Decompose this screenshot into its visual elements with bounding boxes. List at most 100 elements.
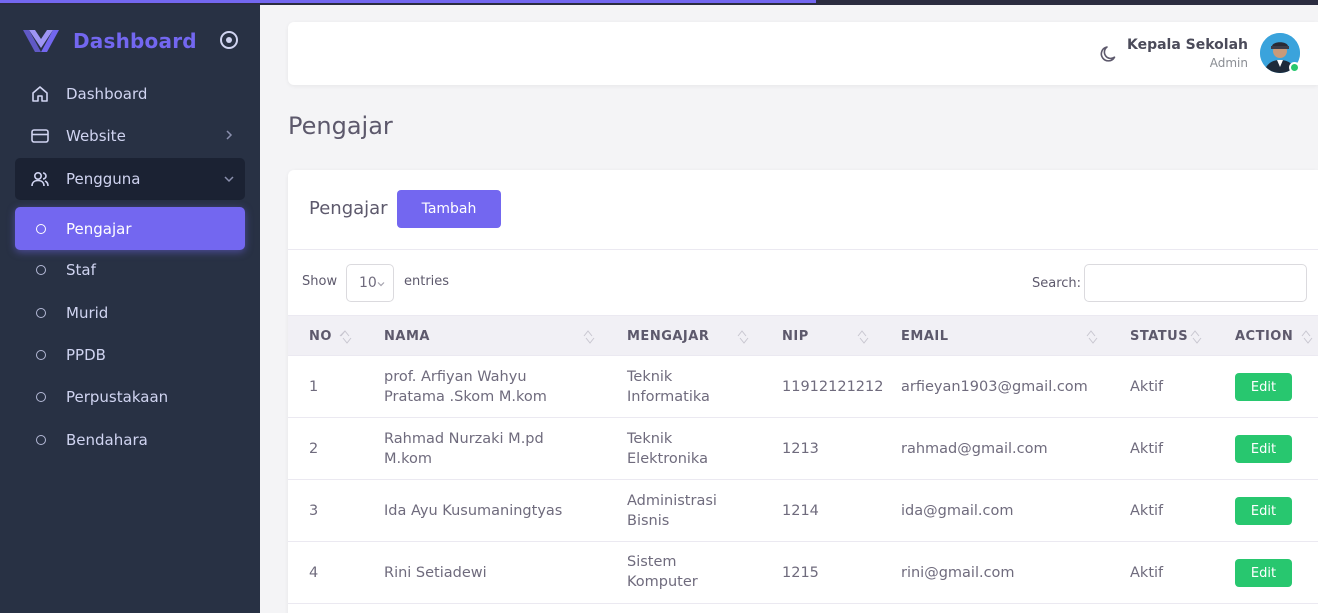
top-navbar: Kepala Sekolah Admin xyxy=(288,22,1318,85)
card-title: Pengajar xyxy=(309,198,388,219)
sidebar-subitem-ppdb[interactable]: PPDB xyxy=(15,335,245,375)
bullet-icon xyxy=(36,350,46,360)
sidebar-subitem-label: Bendahara xyxy=(66,431,148,449)
sort-icon[interactable] xyxy=(734,327,752,347)
sort-icon[interactable] xyxy=(1187,327,1205,347)
sidebar-item-label: Website xyxy=(66,127,126,145)
column-header-nama[interactable]: NAMA xyxy=(384,329,430,344)
column-header-status[interactable]: STATUS xyxy=(1130,329,1188,344)
search-input[interactable] xyxy=(1084,264,1307,302)
edit-button[interactable]: Edit xyxy=(1235,497,1292,525)
sort-icon[interactable] xyxy=(1298,327,1316,347)
cell-mengajar-line2: Komputer xyxy=(627,574,698,590)
bullet-icon xyxy=(36,308,46,318)
sidebar-subitem-label: Murid xyxy=(66,304,109,322)
cell-no: 2 xyxy=(309,441,319,457)
sort-icon[interactable] xyxy=(854,327,872,347)
brand-title: Dashboard xyxy=(73,29,197,53)
brand[interactable]: Dashboard xyxy=(0,0,260,82)
cell-nama: Rini Setiadewi xyxy=(384,565,487,581)
sort-icon[interactable] xyxy=(1083,327,1101,347)
cell-status: Aktif xyxy=(1130,503,1164,519)
cell-email: rini@gmail.com xyxy=(901,565,1015,581)
online-status-dot xyxy=(1289,62,1300,73)
sidebar-subitem-label: PPDB xyxy=(66,346,106,364)
chevron-right-icon xyxy=(226,130,233,140)
credit-card-icon xyxy=(29,125,51,147)
users-icon xyxy=(29,168,51,190)
sidebar-item-website[interactable]: Website xyxy=(15,116,245,156)
cell-status: Aktif xyxy=(1130,565,1164,581)
table-header: NO NAMA MENGAJAR NIP EMAIL STATUS ACTION xyxy=(288,315,1318,356)
bullet-icon xyxy=(36,265,46,275)
entries-label: entries xyxy=(404,274,450,289)
sort-icon[interactable] xyxy=(580,327,598,347)
sidebar-item-dashboard[interactable]: Dashboard xyxy=(15,74,245,114)
cell-email: ida@gmail.com xyxy=(901,503,1014,519)
table-row: 3 Ida Ayu Kusumaningtyas Administrasi Bis… xyxy=(288,480,1318,542)
sidebar: Dashboard Dashboard Website Pengguna Pen… xyxy=(0,0,260,613)
column-header-email[interactable]: EMAIL xyxy=(901,329,949,344)
cell-mengajar: Sistem Komputer xyxy=(627,552,698,592)
chevron-down-icon xyxy=(377,282,385,287)
cell-mengajar-line2: Informatika xyxy=(627,389,710,405)
sidebar-item-pengguna[interactable]: Pengguna xyxy=(15,158,245,200)
bullet-icon xyxy=(36,392,46,402)
cell-mengajar-line1: Sistem xyxy=(627,554,677,570)
column-header-mengajar[interactable]: MENGAJAR xyxy=(627,329,709,344)
edit-button[interactable]: Edit xyxy=(1235,373,1292,401)
cell-nip: 11912121212 xyxy=(782,379,884,395)
cell-no: 4 xyxy=(309,565,319,581)
search-label: Search: xyxy=(1032,276,1082,291)
edit-button[interactable]: Edit xyxy=(1235,435,1292,463)
cell-nama: Rahmad Nurzaki M.pd M.kom xyxy=(384,429,544,469)
sidebar-subitem-murid[interactable]: Murid xyxy=(15,293,245,333)
sidebar-item-label: Pengguna xyxy=(66,170,141,188)
home-icon xyxy=(29,83,51,105)
sidebar-item-label: Dashboard xyxy=(66,85,148,103)
entries-select[interactable]: 10 xyxy=(346,264,394,302)
user-name: Kepala Sekolah xyxy=(1126,37,1248,53)
user-role: Admin xyxy=(1209,56,1248,70)
show-label: Show xyxy=(302,274,338,289)
sidebar-subitem-label: Staf xyxy=(66,261,96,279)
pengajar-card: Pengajar Tambah Show 10 entries Search: … xyxy=(288,170,1318,613)
add-button[interactable]: Tambah xyxy=(397,190,501,228)
cell-mengajar-line2: Elektronika xyxy=(627,451,708,467)
bullet-icon xyxy=(36,223,46,234)
cell-nama: prof. Arfiyan Wahyu Pratama .Skom M.kom xyxy=(384,367,547,407)
divider xyxy=(288,249,1318,250)
cell-mengajar-line1: Teknik xyxy=(627,431,673,447)
sidebar-toggle-icon[interactable] xyxy=(219,30,239,50)
sidebar-subitem-pengajar[interactable]: Pengajar xyxy=(15,207,245,250)
edit-button[interactable]: Edit xyxy=(1235,559,1292,587)
page-title: Pengajar xyxy=(288,112,393,140)
sidebar-subitem-staf[interactable]: Staf xyxy=(15,250,245,290)
table-row: 4 Rini Setiadewi Sistem Komputer 1215 rin… xyxy=(288,542,1318,604)
moon-icon[interactable] xyxy=(1099,44,1119,64)
cell-mengajar-line1: Administrasi xyxy=(627,493,717,509)
table-row: 1 prof. Arfiyan Wahyu Pratama .Skom M.kom… xyxy=(288,356,1318,418)
progress-fill xyxy=(0,0,816,3)
cell-mengajar: Teknik Elektronika xyxy=(627,429,708,469)
sort-icon[interactable] xyxy=(337,327,355,347)
cell-nama-line1: prof. Arfiyan Wahyu xyxy=(384,369,527,385)
sidebar-subitem-label: Perpustakaan xyxy=(66,388,169,406)
cell-mengajar-line1: Teknik xyxy=(627,369,673,385)
cell-mengajar: Teknik Informatika xyxy=(627,367,710,407)
cell-mengajar-line2: Bisnis xyxy=(627,513,670,529)
cell-no: 1 xyxy=(309,379,319,395)
column-header-nip[interactable]: NIP xyxy=(782,329,809,344)
cell-nama-line2: Pratama .Skom M.kom xyxy=(384,389,547,405)
sidebar-subitem-label: Pengajar xyxy=(66,219,132,238)
cell-nama: Ida Ayu Kusumaningtyas xyxy=(384,503,563,519)
sidebar-subitem-perpustakaan[interactable]: Perpustakaan xyxy=(15,377,245,417)
cell-nip: 1215 xyxy=(782,565,819,581)
column-header-action[interactable]: ACTION xyxy=(1235,329,1293,344)
cell-mengajar: Administrasi Bisnis xyxy=(627,491,717,531)
cell-email: rahmad@gmail.com xyxy=(901,441,1048,457)
sidebar-subitem-bendahara[interactable]: Bendahara xyxy=(15,420,245,460)
column-header-no[interactable]: NO xyxy=(309,329,332,344)
cell-nama-line2: M.kom xyxy=(384,451,432,467)
page-load-progress xyxy=(0,0,1318,5)
